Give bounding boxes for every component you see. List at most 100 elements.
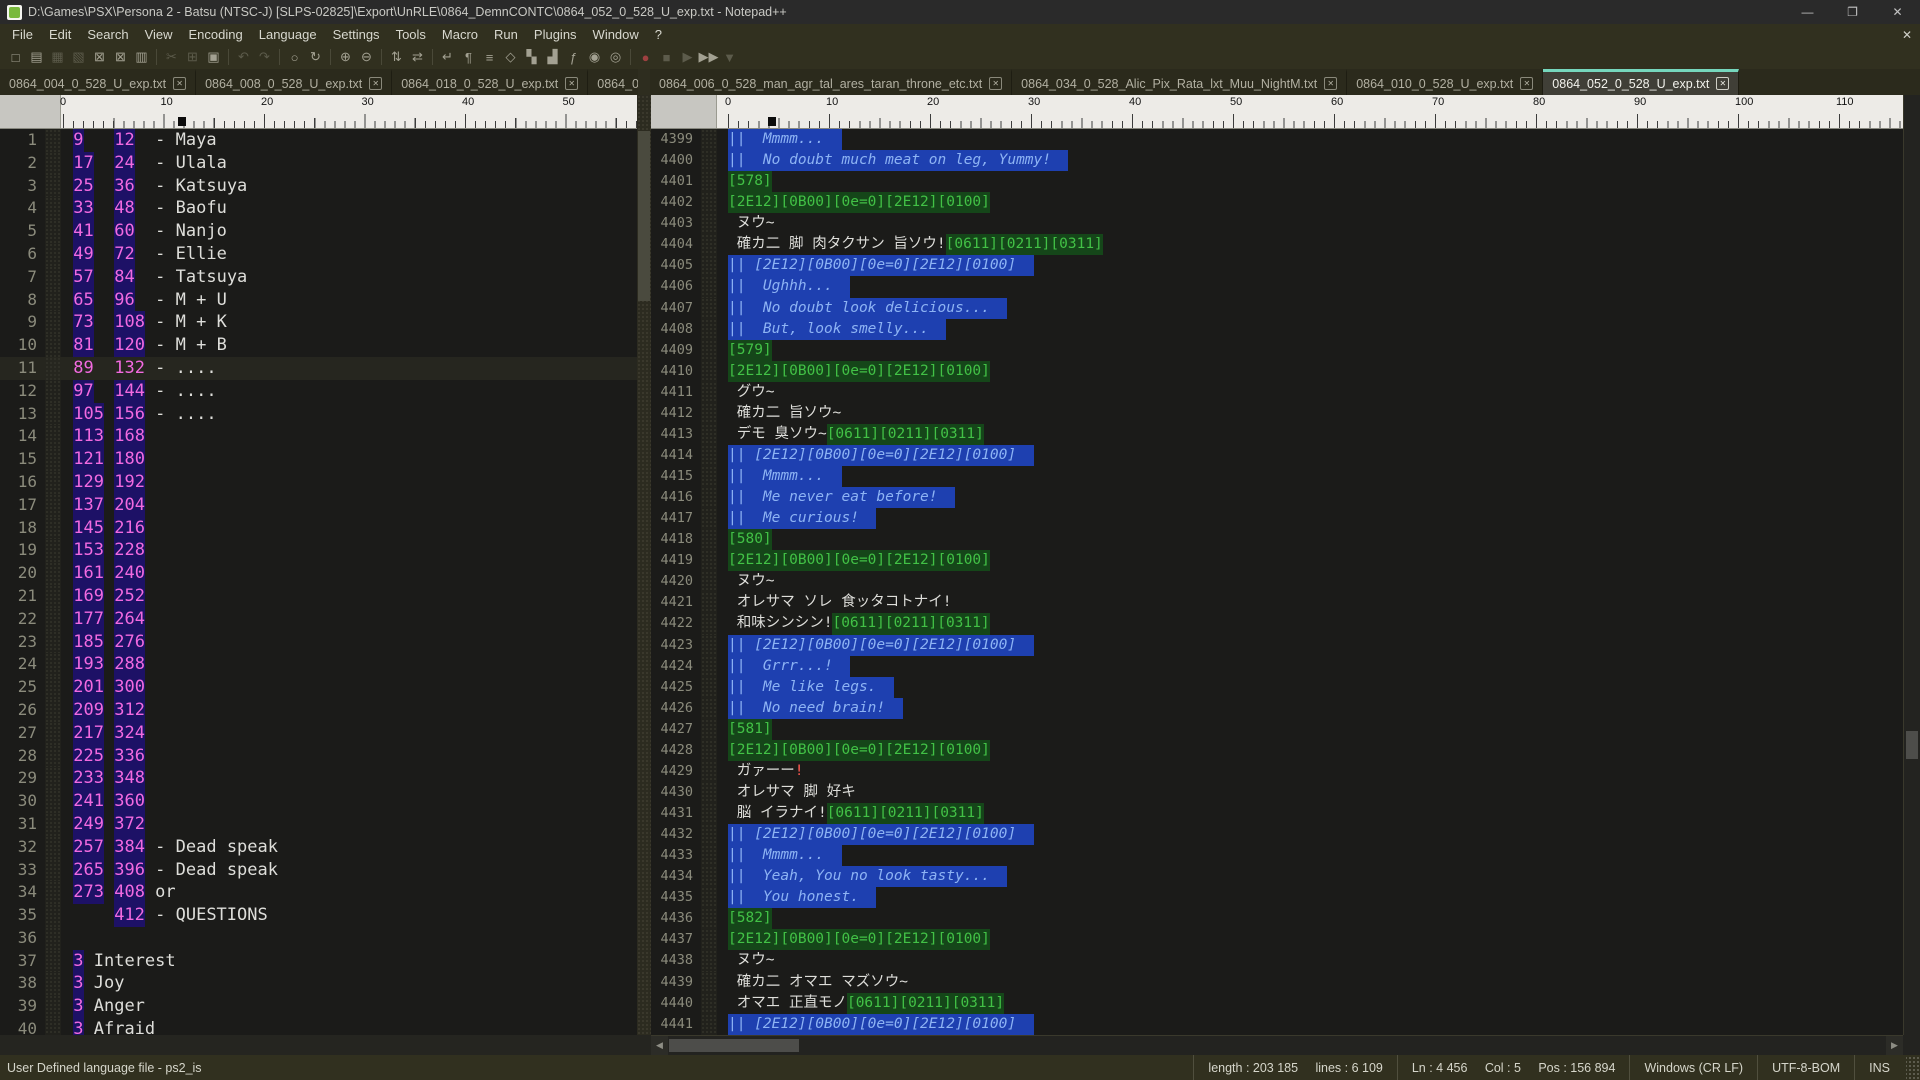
bookmark-margin[interactable] [701, 382, 717, 403]
bookmark-margin[interactable] [45, 175, 61, 198]
bookmark-margin[interactable] [701, 887, 717, 908]
bookmark-margin[interactable] [45, 129, 61, 152]
hscroll-right-arrow-icon[interactable]: ▶ [1886, 1036, 1903, 1055]
bookmark-margin[interactable] [45, 585, 61, 608]
bookmark-margin[interactable] [701, 234, 717, 255]
print-icon[interactable]: ▥ [131, 47, 152, 67]
bookmark-margin[interactable] [45, 813, 61, 836]
show-all-chars-icon[interactable]: ¶ [458, 47, 479, 67]
new-file-icon[interactable]: □ [5, 47, 26, 67]
bookmark-margin[interactable] [45, 448, 61, 471]
bookmark-margin[interactable] [45, 767, 61, 790]
bookmark-margin[interactable] [45, 311, 61, 334]
find-icon[interactable]: ○ [284, 47, 305, 67]
resize-grip[interactable] [1906, 1055, 1920, 1080]
bookmark-margin[interactable] [45, 494, 61, 517]
tab-close-icon[interactable]: ✕ [173, 77, 186, 90]
bookmark-margin[interactable] [45, 608, 61, 631]
sync-vertical-icon[interactable]: ⇅ [386, 47, 407, 67]
menu-item-search[interactable]: Search [79, 24, 136, 45]
bookmark-margin[interactable] [701, 192, 717, 213]
bookmark-margin[interactable] [45, 152, 61, 175]
bookmark-margin[interactable] [45, 197, 61, 220]
tab-close-icon[interactable]: ✕ [1324, 77, 1337, 90]
bookmark-margin[interactable] [701, 150, 717, 171]
bookmark-margin[interactable] [701, 171, 717, 192]
menu-item-tools[interactable]: Tools [388, 24, 434, 45]
tab-close-icon[interactable]: ✕ [1520, 77, 1533, 90]
bookmark-margin[interactable] [701, 1014, 717, 1035]
zoom-in-icon[interactable]: ⊕ [335, 47, 356, 67]
maximize-button[interactable]: ❐ [1830, 0, 1875, 24]
bookmark-margin[interactable] [45, 881, 61, 904]
bookmark-margin[interactable] [701, 782, 717, 803]
menu-item-language[interactable]: Language [251, 24, 325, 45]
tab-close-icon[interactable]: ✕ [1716, 77, 1729, 90]
bookmark-margin[interactable] [45, 517, 61, 540]
horizontal-scrollbar[interactable]: ◀ ▶ [651, 1035, 1903, 1055]
bookmark-margin[interactable] [701, 677, 717, 698]
bookmark-margin[interactable] [701, 635, 717, 656]
left-vertical-scrollbar[interactable] [637, 95, 651, 1035]
menu-item-file[interactable]: File [4, 24, 41, 45]
close-doc-icon[interactable]: ⊠ [89, 47, 110, 67]
bookmark-margin[interactable] [701, 929, 717, 950]
bookmark-margin[interactable] [45, 266, 61, 289]
indent-guide-icon[interactable]: ≡ [479, 47, 500, 67]
macro-run-multiple-icon[interactable]: ▶▶ [698, 47, 719, 67]
macro-record-icon[interactable]: ● [635, 47, 656, 67]
bookmark-margin[interactable] [701, 803, 717, 824]
sync-horizontal-icon[interactable]: ⇄ [407, 47, 428, 67]
bookmark-margin[interactable] [45, 836, 61, 859]
bookmark-margin[interactable] [701, 656, 717, 677]
monitor-icon[interactable]: ◉ [584, 47, 605, 67]
tab-0864_018_0_528_U_exp.txt[interactable]: 0864_018_0_528_U_exp.txt✕ [392, 69, 588, 95]
bookmark-margin[interactable] [45, 334, 61, 357]
tab-0864_034_0_528_Alic_Pix_Rata_lxt_Muu_NightM.txt[interactable]: 0864_034_0_528_Alic_Pix_Rata_lxt_Muu_Nig… [1012, 69, 1347, 95]
menu-item-settings[interactable]: Settings [325, 24, 388, 45]
status-insert-mode[interactable]: INS [1854, 1055, 1904, 1080]
bookmark-margin[interactable] [45, 790, 61, 813]
bookmark-margin[interactable] [45, 745, 61, 768]
tab-0864_010_0_528_U_exp.txt[interactable]: 0864_010_0_528_U_exp.txt✕ [1347, 69, 1543, 95]
bookmark-margin[interactable] [701, 972, 717, 993]
bookmark-margin[interactable] [45, 653, 61, 676]
bookmark-margin[interactable] [45, 904, 61, 927]
bookmark-margin[interactable] [701, 592, 717, 613]
bookmark-margin[interactable] [45, 357, 61, 380]
hscroll-left-arrow-icon[interactable]: ◀ [651, 1036, 668, 1055]
bookmark-margin[interactable] [701, 255, 717, 276]
tab-close-icon[interactable]: ✕ [565, 77, 578, 90]
function-list-icon[interactable]: ƒ [563, 47, 584, 67]
bookmark-margin[interactable] [701, 487, 717, 508]
bookmark-margin[interactable] [701, 550, 717, 571]
bookmark-margin[interactable] [701, 508, 717, 529]
bookmark-margin[interactable] [701, 950, 717, 971]
bookmark-margin[interactable] [45, 403, 61, 426]
bookmark-margin[interactable] [45, 699, 61, 722]
paste-icon[interactable]: ▣ [203, 47, 224, 67]
tab-0864_008_0_528_U_exp.txt[interactable]: 0864_008_0_528_U_exp.txt✕ [196, 69, 392, 95]
minimize-button[interactable]: — [1785, 0, 1830, 24]
zoom-out-icon[interactable]: ⊖ [356, 47, 377, 67]
bookmark-margin[interactable] [701, 529, 717, 550]
bookmark-margin[interactable] [45, 722, 61, 745]
hscroll-thumb[interactable] [669, 1039, 799, 1052]
menu-item-plugins[interactable]: Plugins [526, 24, 585, 45]
bookmark-margin[interactable] [45, 950, 61, 973]
bookmark-margin[interactable] [701, 698, 717, 719]
bookmark-margin[interactable] [701, 298, 717, 319]
open-folder-icon[interactable]: ▤ [26, 47, 47, 67]
tab-close-icon[interactable]: ✕ [989, 77, 1002, 90]
bookmark-margin[interactable] [701, 276, 717, 297]
tab-close-icon[interactable]: ✕ [369, 77, 382, 90]
bookmark-margin[interactable] [701, 993, 717, 1014]
bookmark-margin[interactable] [701, 213, 717, 234]
bookmark-margin[interactable] [45, 539, 61, 562]
menu-item-encoding[interactable]: Encoding [181, 24, 251, 45]
bookmark-margin[interactable] [701, 466, 717, 487]
bookmark-margin[interactable] [45, 859, 61, 882]
bookmark-margin[interactable] [45, 1018, 61, 1035]
bookmark-margin[interactable] [45, 425, 61, 448]
bookmark-margin[interactable] [45, 995, 61, 1018]
